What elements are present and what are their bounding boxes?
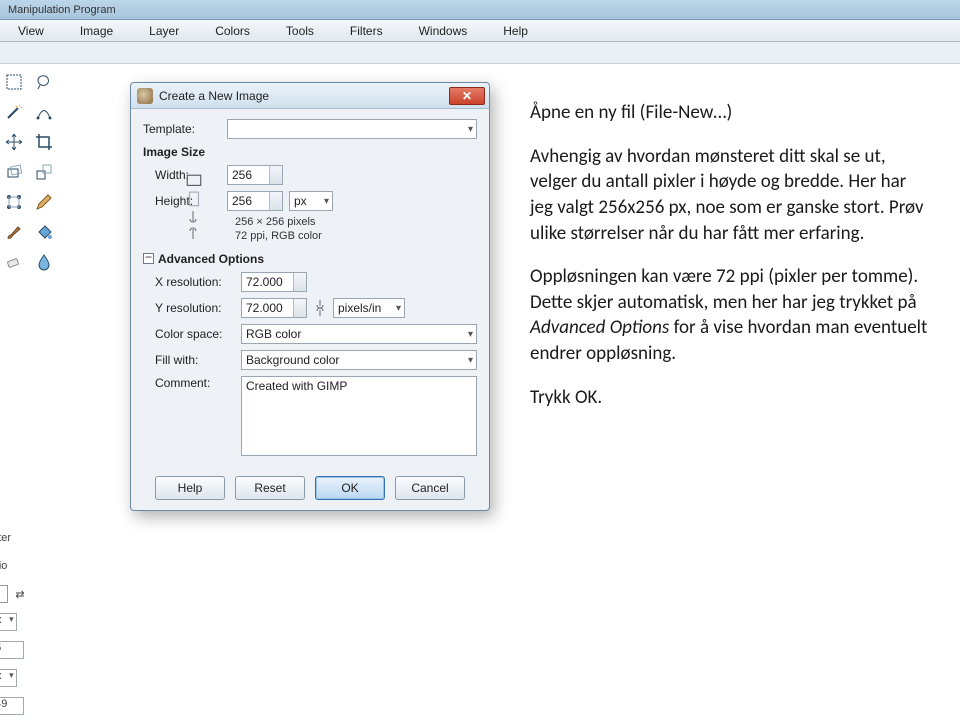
tool-options-panel: enter ratio ⇄ px 45 px 149 [0,524,100,720]
pencil-icon[interactable] [30,188,58,216]
width-label: Width: [143,168,221,182]
top-strip [0,42,960,64]
drop-icon[interactable] [30,248,58,276]
colorspace-label: Color space: [143,327,235,341]
instruction-p2: Oppløsningen kan være 72 ppi (pixler per… [530,264,930,367]
advanced-options-toggle[interactable]: Advanced Options [143,252,477,266]
comment-input[interactable]: Created with GIMP [241,376,477,456]
collapse-icon [143,253,154,264]
width-input[interactable]: 256 [227,165,283,185]
yres-input[interactable]: 72.000 [241,298,307,318]
template-label: Template: [143,122,221,136]
node-icon[interactable] [0,188,28,216]
window-title-text: Manipulation Program [8,4,116,16]
wand-icon[interactable] [0,98,28,126]
reset-button[interactable]: Reset [235,476,305,500]
size-summary: 256 × 256 pixels 72 ppi, RGB color [235,215,477,244]
rotate-icon[interactable] [0,158,28,186]
menu-item-view[interactable]: View [2,22,60,40]
advanced-options-label: Advanced Options [158,252,264,266]
lasso-icon[interactable] [30,68,58,96]
height-input[interactable]: 256 [227,191,283,211]
instruction-heading: Åpne en ny fil (File-New…) [530,100,930,126]
rect-select-icon[interactable] [0,68,28,96]
ok-button[interactable]: OK [315,476,385,500]
menu-item-help[interactable]: Help [487,22,544,40]
link-icon[interactable] [313,298,327,318]
instruction-p3: Trykk OK. [530,385,930,411]
instruction-p1: Avhengig av hvordan mønsteret ditt skal … [530,144,930,247]
cancel-button[interactable]: Cancel [395,476,465,500]
size-summary-line1: 256 × 256 pixels [235,215,477,229]
fill-label: Fill with: [143,353,235,367]
orientation-icons[interactable] [185,173,203,209]
crop-icon[interactable] [30,128,58,156]
create-new-image-dialog: Create a New Image ✕ Template: Image Siz… [130,82,490,511]
size-unit-select[interactable]: px [289,191,333,211]
fill-select[interactable]: Background color [241,350,477,370]
comment-label: Comment: [143,376,235,390]
dialog-title: Create a New Image [159,89,269,103]
close-button[interactable]: ✕ [449,87,485,105]
template-select[interactable] [227,119,477,139]
menu-item-colors[interactable]: Colors [199,22,266,40]
swap-icon[interactable]: ⇄ [12,586,28,602]
path-icon[interactable] [30,98,58,126]
link-icon[interactable] [185,209,201,241]
ratio-label: ratio [0,560,7,572]
menu-item-filters[interactable]: Filters [334,22,399,40]
image-size-label: Image Size [143,145,477,159]
xres-input[interactable]: 72.000 [241,272,307,292]
dialog-body: Template: Image Size Width: 256 Height: … [131,109,489,470]
scale-icon[interactable] [30,158,58,186]
yres-label: Y resolution: [143,301,235,315]
window-titlebar: Manipulation Program [0,0,960,20]
res-unit-select[interactable]: pixels/in [333,298,405,318]
swatch-icon[interactable] [0,585,8,603]
menu-item-image[interactable]: Image [64,22,129,40]
value-input-2[interactable]: 149 [0,697,24,715]
menu-bar: ect View Image Layer Colors Tools Filter… [0,20,960,42]
menu-item-tools[interactable]: Tools [270,22,330,40]
value-input-1[interactable]: 45 [0,641,24,659]
toolbox [0,68,60,278]
unit-select-2[interactable]: px [0,669,17,687]
xres-label: X resolution: [143,275,235,289]
unit-select[interactable]: px [0,613,17,631]
menu-item-windows[interactable]: Windows [403,22,484,40]
instruction-text: Åpne en ny fil (File-New…) Avhengig av h… [530,100,930,428]
dialog-titlebar: Create a New Image ✕ [131,83,489,109]
gimp-icon [137,88,153,104]
colorspace-select[interactable]: RGB color [241,324,477,344]
size-summary-line2: 72 ppi, RGB color [235,229,477,243]
brush-icon[interactable] [0,218,28,246]
help-button[interactable]: Help [155,476,225,500]
eraser-icon[interactable] [0,248,28,276]
move-icon[interactable] [0,128,28,156]
enter-label: enter [0,532,11,544]
bucket-icon[interactable] [30,218,58,246]
height-label: Height: [143,194,221,208]
close-icon: ✕ [462,89,472,103]
dialog-button-row: Help Reset OK Cancel [131,470,489,510]
menu-item-layer[interactable]: Layer [133,22,195,40]
